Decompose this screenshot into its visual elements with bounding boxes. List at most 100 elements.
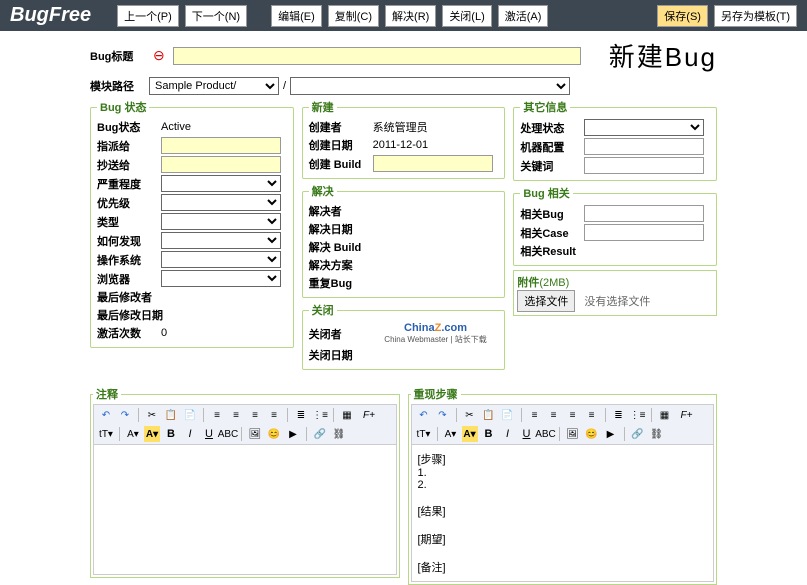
paste-icon[interactable]: 📄 xyxy=(182,407,198,423)
createbuild-label: 创建 Build xyxy=(309,156,369,172)
priority-select[interactable] xyxy=(161,194,281,211)
product-select[interactable]: Sample Product/ xyxy=(149,77,279,95)
paste-icon[interactable]: 📄 xyxy=(500,407,516,423)
alignright-icon[interactable]: ≡ xyxy=(247,407,263,423)
keyword-label: 关键词 xyxy=(520,158,580,174)
ul-icon[interactable]: ⋮≡ xyxy=(312,407,328,423)
prev-button[interactable]: 上一个(P) xyxy=(117,5,179,27)
backcolor-icon[interactable]: A▾ xyxy=(144,426,160,442)
activate-button[interactable]: 激活(A) xyxy=(498,5,549,27)
next-button[interactable]: 下一个(N) xyxy=(185,5,247,27)
fontdec-icon[interactable]: tT▾ xyxy=(416,426,432,442)
close-button[interactable]: 关闭(L) xyxy=(442,5,491,27)
justify-icon[interactable]: ≡ xyxy=(584,407,600,423)
status-fieldset: Bug 状态 Bug状态Active 指派给 抄送给 严重程度 优先级 类型 如… xyxy=(90,99,294,348)
undo-icon[interactable]: ↶ xyxy=(98,407,114,423)
ol-icon[interactable]: ≣ xyxy=(293,407,309,423)
repro-legend: 重现步骤 xyxy=(411,386,461,402)
resolve-legend: 解决 xyxy=(309,183,337,199)
cut-icon[interactable]: ✂ xyxy=(144,407,160,423)
fontinc-icon[interactable]: F+ xyxy=(679,407,695,423)
relbug-input[interactable] xyxy=(584,205,704,222)
forecolor-icon[interactable]: A▾ xyxy=(125,426,141,442)
underline-icon[interactable]: U xyxy=(201,426,217,442)
alignleft-icon[interactable]: ≡ xyxy=(209,407,225,423)
path-separator: / xyxy=(283,80,286,92)
relcase-input[interactable] xyxy=(584,224,704,241)
ul-icon[interactable]: ⋮≡ xyxy=(630,407,646,423)
aligncenter-icon[interactable]: ≡ xyxy=(228,407,244,423)
other-legend: 其它信息 xyxy=(520,99,570,115)
resolve-button[interactable]: 解决(R) xyxy=(385,5,436,27)
media-icon[interactable]: ▶ xyxy=(285,426,301,442)
machine-input[interactable] xyxy=(584,138,704,155)
assign-input[interactable] xyxy=(161,137,281,154)
bug-title-label: Bug标题 xyxy=(90,48,145,64)
fontinc-icon[interactable]: F+ xyxy=(361,407,377,423)
forecolor-icon[interactable]: A▾ xyxy=(443,426,459,442)
note-textarea[interactable] xyxy=(93,445,397,575)
saveas-button[interactable]: 另存为模板(T) xyxy=(714,5,797,27)
underline-icon[interactable]: U xyxy=(519,426,535,442)
link-icon[interactable]: 🔗 xyxy=(630,426,646,442)
bug-title-input[interactable] xyxy=(173,47,581,65)
browser-select[interactable] xyxy=(161,270,281,287)
ol-icon[interactable]: ≣ xyxy=(611,407,627,423)
pstatus-select[interactable] xyxy=(584,119,704,136)
aligncenter-icon[interactable]: ≡ xyxy=(546,407,562,423)
table-icon[interactable]: ▦ xyxy=(339,407,355,423)
fontdec-icon[interactable]: tT▾ xyxy=(98,426,114,442)
image-icon[interactable]: 🖼 xyxy=(247,426,263,442)
backcolor-icon[interactable]: A▾ xyxy=(462,426,478,442)
resolve-fieldset: 解决 解决者 解决日期 解决 Build 解决方案 重复Bug xyxy=(302,183,506,298)
createdate-label: 创建日期 xyxy=(309,137,369,153)
lastmoddate-label: 最后修改日期 xyxy=(97,307,172,323)
italic-icon[interactable]: I xyxy=(182,426,198,442)
note-toolbar: ↶ ↷ ✂ 📋 📄 ≡ ≡ ≡ ≡ ≣ ⋮≡ ▦ F+ tT▾ xyxy=(93,404,397,445)
emoji-icon[interactable]: 😊 xyxy=(266,426,282,442)
module-select[interactable] xyxy=(290,77,570,95)
os-select[interactable] xyxy=(161,251,281,268)
redo-icon[interactable]: ↷ xyxy=(435,407,451,423)
related-legend: Bug 相关 xyxy=(520,185,572,201)
keyword-input[interactable] xyxy=(584,157,704,174)
logo: BugFree xyxy=(10,4,91,27)
save-button[interactable]: 保存(S) xyxy=(657,5,708,27)
edit-button[interactable]: 编辑(E) xyxy=(271,5,322,27)
strike-icon[interactable]: ABC xyxy=(538,426,554,442)
repro-textarea[interactable]: [步骤] 1. 2. [结果] [期望] [备注] xyxy=(411,445,715,582)
media-icon[interactable]: ▶ xyxy=(603,426,619,442)
severity-select[interactable] xyxy=(161,175,281,192)
solution-label: 解决方案 xyxy=(309,257,369,273)
copy-button[interactable]: 复制(C) xyxy=(328,5,379,27)
unlink-icon[interactable]: ⛓ xyxy=(331,426,347,442)
bold-icon[interactable]: B xyxy=(163,426,179,442)
italic-icon[interactable]: I xyxy=(500,426,516,442)
alignleft-icon[interactable]: ≡ xyxy=(527,407,543,423)
note-editor-fieldset: 注释 ↶ ↷ ✂ 📋 📄 ≡ ≡ ≡ ≡ ≣ ⋮≡ ▦ F+ tT▾ xyxy=(90,386,400,578)
howfound-select[interactable] xyxy=(161,232,281,249)
undo-icon[interactable]: ↶ xyxy=(416,407,432,423)
choose-file-button[interactable]: 选择文件 xyxy=(517,290,575,312)
activations-value: 0 xyxy=(161,327,167,339)
createbuild-input[interactable] xyxy=(373,155,493,172)
bold-icon[interactable]: B xyxy=(481,426,497,442)
copy-icon[interactable]: 📋 xyxy=(163,407,179,423)
repro-editor-fieldset: 重现步骤 ↶ ↷ ✂ 📋 📄 ≡ ≡ ≡ ≡ ≣ ⋮≡ ▦ F+ t xyxy=(408,386,718,585)
type-select[interactable] xyxy=(161,213,281,230)
browser-label: 浏览器 xyxy=(97,271,157,287)
priority-label: 优先级 xyxy=(97,195,157,211)
redo-icon[interactable]: ↷ xyxy=(117,407,133,423)
unlink-icon[interactable]: ⛓ xyxy=(649,426,665,442)
image-icon[interactable]: 🖼 xyxy=(565,426,581,442)
cut-icon[interactable]: ✂ xyxy=(462,407,478,423)
link-icon[interactable]: 🔗 xyxy=(312,426,328,442)
alignright-icon[interactable]: ≡ xyxy=(565,407,581,423)
copy-icon[interactable]: 📋 xyxy=(481,407,497,423)
table-icon[interactable]: ▦ xyxy=(657,407,673,423)
emoji-icon[interactable]: 😊 xyxy=(584,426,600,442)
strike-icon[interactable]: ABC xyxy=(220,426,236,442)
cc-input[interactable] xyxy=(161,156,281,173)
justify-icon[interactable]: ≡ xyxy=(266,407,282,423)
attach-size: (2MB) xyxy=(539,277,569,289)
